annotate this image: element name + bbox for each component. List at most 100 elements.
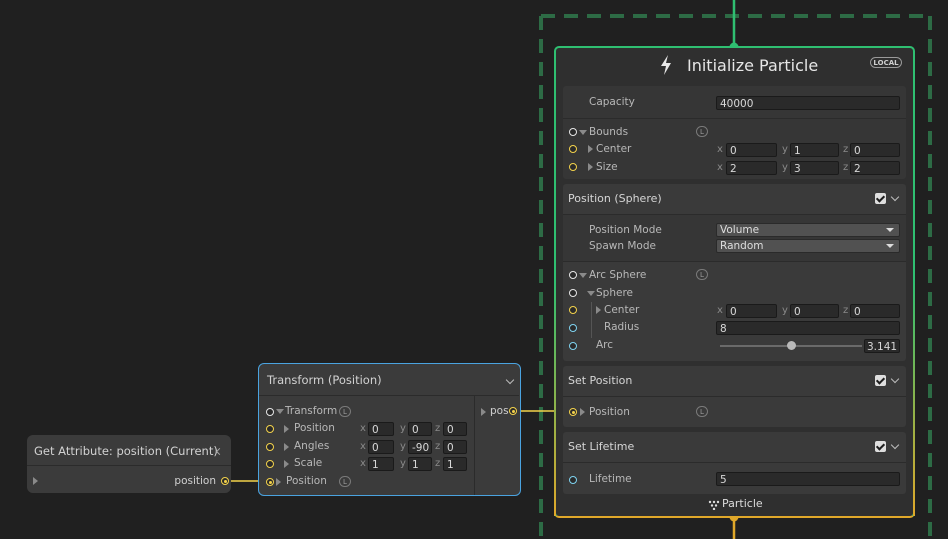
transform-space-badge[interactable]: L — [339, 406, 351, 417]
capacity-label: Capacity — [589, 96, 635, 108]
bounds-center-port[interactable] — [569, 145, 577, 153]
get-attribute-node[interactable]: Get Attribute: position (Current) positi… — [27, 435, 231, 493]
bounds-size-port[interactable] — [569, 163, 577, 171]
set-lifetime-enabled-checkbox[interactable] — [875, 441, 886, 452]
output-position-port[interactable] — [221, 477, 229, 485]
axis-y-label: y — [782, 305, 788, 316]
angles-row-label: Angles — [294, 440, 330, 452]
axis-z-label: z — [435, 441, 441, 452]
position-input-label: Position — [286, 475, 327, 487]
sphere-radius-field[interactable]: 8 — [716, 321, 900, 335]
expand-settings-icon[interactable] — [33, 477, 38, 485]
capacity-field[interactable]: 40000 — [716, 96, 900, 110]
sphere-center-port[interactable] — [569, 306, 577, 314]
expand-scale-icon[interactable] — [284, 460, 289, 468]
chevron-down-icon — [886, 228, 894, 232]
scale-input-port[interactable] — [266, 460, 274, 468]
expand-sphere-icon[interactable] — [587, 291, 595, 296]
scale-x-field[interactable]: 1 — [368, 457, 394, 471]
context-title: Initialize Particle — [687, 56, 819, 75]
expand-sphere-center-icon[interactable] — [596, 306, 601, 314]
scale-row-label: Scale — [294, 457, 323, 469]
scale-y-field[interactable]: 1 — [408, 457, 432, 471]
position-space-badge[interactable]: L — [339, 476, 351, 487]
position-sphere-enabled-checkbox[interactable] — [875, 193, 886, 204]
position-vector-input-port[interactable] — [266, 478, 274, 486]
settings-divider — [563, 118, 906, 119]
axis-x-label: x — [360, 441, 366, 452]
block-divider — [563, 261, 906, 262]
lifetime-input-port[interactable] — [569, 476, 577, 484]
transform-input-port[interactable] — [266, 408, 274, 416]
expand-arc-sphere-icon[interactable] — [579, 273, 587, 278]
expand-bounds-center-icon[interactable] — [588, 145, 593, 153]
chevron-down-icon — [886, 244, 894, 248]
angles-z-field[interactable]: 0 — [443, 440, 467, 454]
transform-row-label: Transform — [285, 405, 338, 417]
bounds-size-x-field[interactable]: 2 — [726, 161, 777, 175]
sphere-radius-port[interactable] — [569, 324, 577, 332]
angles-x-field[interactable]: 0 — [368, 440, 394, 454]
spawn-mode-label: Spawn Mode — [589, 240, 656, 252]
bounds-space-badge[interactable]: L — [696, 126, 708, 137]
position-z-field[interactable]: 0 — [443, 422, 467, 436]
angles-input-port[interactable] — [266, 443, 274, 451]
position-mode-label: Position Mode — [589, 224, 662, 236]
position-y-field[interactable]: 0 — [408, 422, 432, 436]
context-footer-label: Particle — [722, 497, 763, 510]
axis-y-label: y — [400, 423, 406, 434]
arc-sphere-input-port[interactable] — [569, 271, 577, 279]
arc-slider-handle[interactable] — [786, 341, 796, 350]
sphere-center-z-field[interactable]: 0 — [850, 304, 900, 318]
scale-z-field[interactable]: 1 — [443, 457, 467, 471]
transform-divider — [474, 396, 475, 495]
sphere-label: Sphere — [596, 287, 633, 299]
set-position-input-port[interactable] — [569, 408, 577, 416]
expand-bounds-icon[interactable] — [579, 130, 587, 135]
expand-transform-icon[interactable] — [276, 409, 284, 414]
pos-output-label: pos — [490, 405, 509, 417]
transform-position-node[interactable]: Transform (Position) Transform L Positio… — [258, 363, 521, 496]
expand-bounds-size-icon[interactable] — [588, 163, 593, 171]
pos-output-port[interactable] — [509, 407, 517, 415]
arc-sphere-space-badge[interactable]: L — [696, 269, 708, 280]
bounds-size-z-field[interactable]: 2 — [850, 161, 900, 175]
expand-position-icon[interactable] — [284, 425, 289, 433]
position-row-label: Position — [294, 422, 335, 434]
spawn-mode-dropdown[interactable]: Random — [716, 239, 900, 253]
local-space-badge[interactable]: LOCAL — [870, 57, 902, 68]
bounds-center-label: Center — [596, 143, 632, 155]
axis-x-label: x — [360, 458, 366, 469]
output-position-label: position — [174, 475, 216, 487]
bounds-center-z-field[interactable]: 0 — [850, 143, 900, 157]
axis-x-label: x — [717, 305, 723, 316]
expand-angles-icon[interactable] — [284, 443, 289, 451]
position-mode-dropdown[interactable]: Volume — [716, 223, 900, 237]
expand-pos-output-icon[interactable] — [481, 408, 486, 416]
arc-value-field[interactable]: 3.141 — [864, 339, 900, 353]
set-position-enabled-checkbox[interactable] — [875, 375, 886, 386]
position-sphere-title: Position (Sphere) — [568, 192, 662, 205]
axis-z-label: z — [843, 162, 849, 173]
lifetime-field[interactable]: 5 — [716, 472, 900, 486]
sphere-input-port[interactable] — [569, 289, 577, 297]
expand-set-position-icon[interactable] — [580, 408, 585, 416]
position-input-port[interactable] — [266, 425, 274, 433]
bounds-center-x-field[interactable]: 0 — [726, 143, 777, 157]
sphere-center-x-field[interactable]: 0 — [726, 304, 777, 318]
axis-x-label: x — [360, 423, 366, 434]
axis-y-label: y — [782, 144, 788, 155]
position-x-field[interactable]: 0 — [368, 422, 394, 436]
spawn-mode-value: Random — [720, 240, 764, 252]
expand-position-input-icon[interactable] — [276, 478, 281, 486]
set-position-space-badge[interactable]: L — [696, 406, 708, 417]
bounds-center-y-field[interactable]: 1 — [790, 143, 839, 157]
bounds-size-y-field[interactable]: 3 — [790, 161, 839, 175]
sphere-center-y-field[interactable]: 0 — [790, 304, 839, 318]
context-gradient-side — [554, 280, 556, 516]
block-settings-area — [563, 215, 906, 261]
bounds-input-port[interactable] — [569, 128, 577, 136]
arc-input-port[interactable] — [569, 342, 577, 350]
arc-sphere-label: Arc Sphere — [589, 269, 647, 281]
angles-y-field[interactable]: -90 — [408, 440, 432, 454]
